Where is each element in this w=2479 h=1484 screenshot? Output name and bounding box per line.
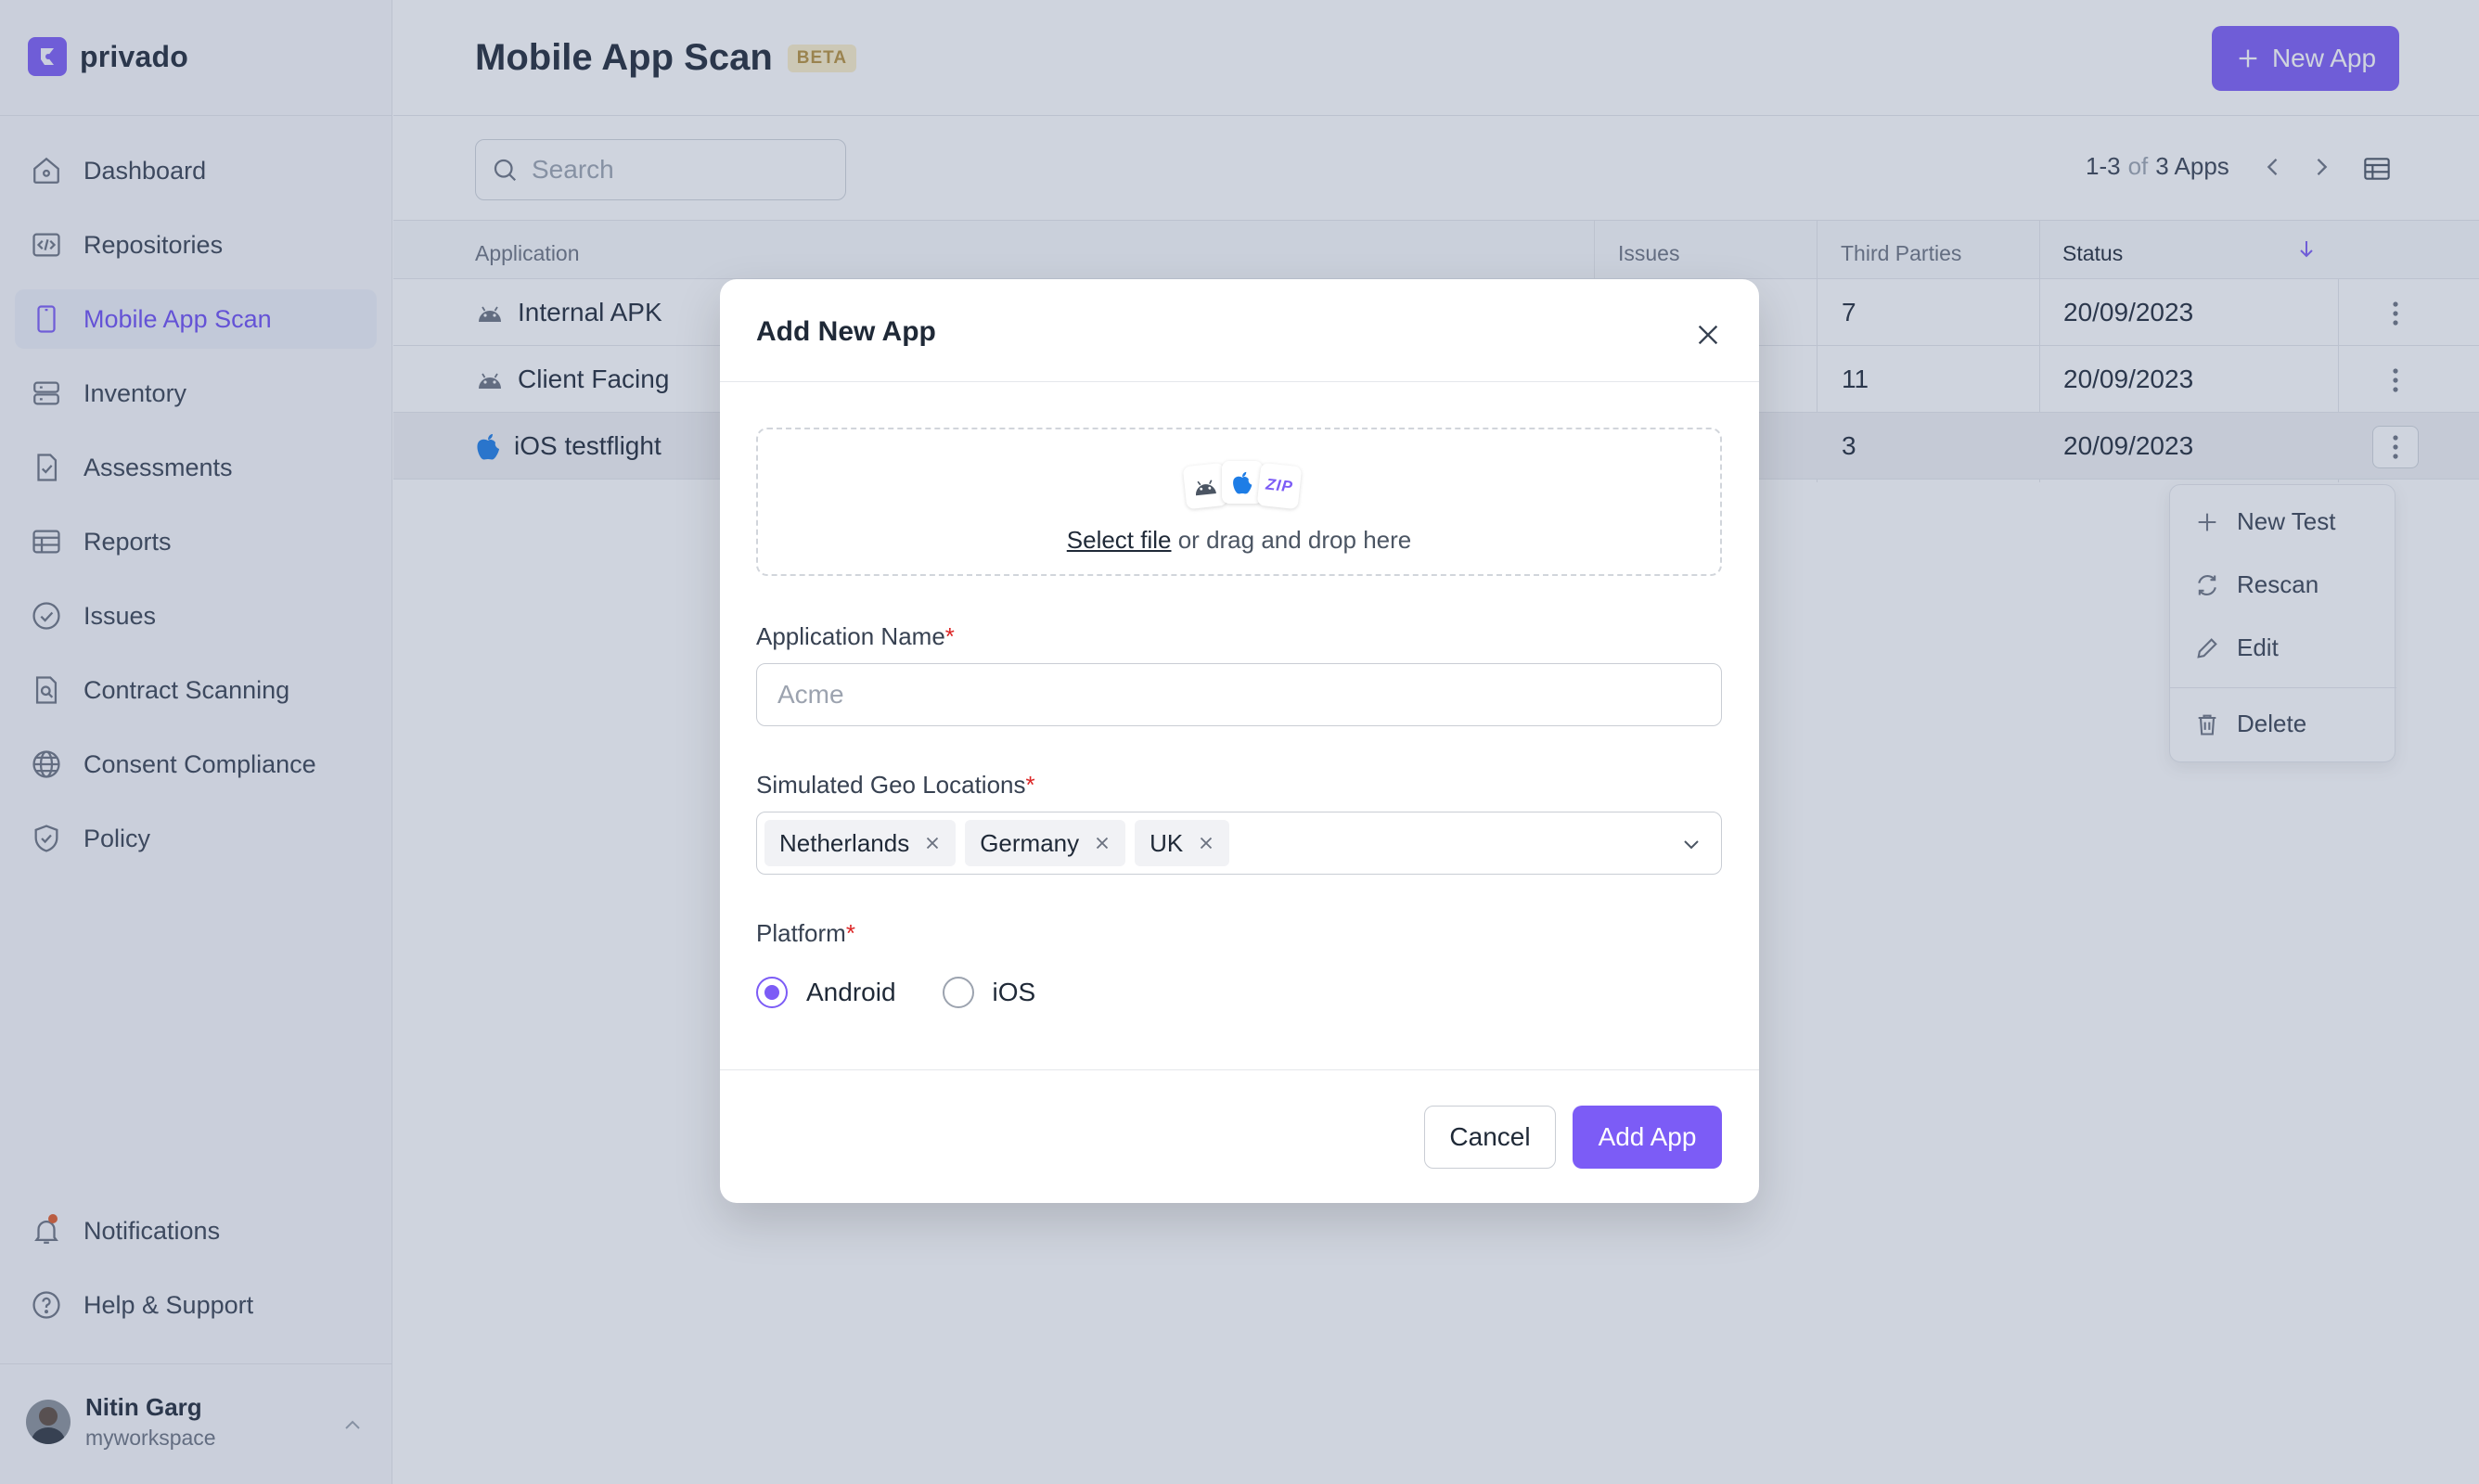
geo-tag-uk: UK — [1135, 820, 1230, 866]
remove-tag-icon[interactable] — [1092, 833, 1112, 853]
platform-radio-android[interactable]: Android — [756, 977, 896, 1008]
tag-label: UK — [1150, 828, 1184, 857]
add-app-button[interactable]: Add App — [1573, 1106, 1722, 1169]
geo-locations-label: Simulated Geo Locations* — [756, 771, 1035, 800]
required-marker: * — [944, 622, 955, 650]
file-dropzone[interactable]: ZIP Select file or drag and drop here — [756, 428, 1722, 576]
platform-label: Platform* — [756, 919, 855, 948]
geo-tag-germany: Germany — [965, 820, 1126, 866]
close-icon[interactable] — [1689, 316, 1727, 353]
modal-footer-divider — [720, 1069, 1759, 1070]
geo-locations-select[interactable]: Netherlands Germany UK — [756, 812, 1722, 875]
zip-label: ZIP — [1265, 475, 1294, 496]
select-file-link[interactable]: Select file — [1067, 526, 1172, 554]
remove-tag-icon[interactable] — [1196, 833, 1216, 853]
apple-icon — [1222, 461, 1263, 504]
platform-label-text: Platform — [756, 919, 846, 947]
dropzone-hint: or drag and drop here — [1171, 526, 1412, 554]
required-marker: * — [1025, 771, 1035, 799]
file-type-icons: ZIP — [1182, 461, 1303, 510]
tag-label: Netherlands — [779, 828, 910, 857]
radio-selected-icon[interactable] — [756, 977, 788, 1008]
application-name-label-text: Application Name — [756, 622, 945, 650]
application-name-label: Application Name* — [756, 622, 955, 651]
add-new-app-modal: Add New App ZIP Select file or drag and … — [720, 279, 1759, 1203]
remove-tag-icon[interactable] — [922, 833, 943, 853]
zip-file-icon: ZIP — [1256, 462, 1303, 510]
platform-radio-group: Android iOS — [756, 977, 1035, 1008]
required-marker: * — [845, 919, 855, 947]
application-name-input[interactable] — [756, 663, 1722, 726]
radio-label: Android — [806, 978, 896, 1006]
radio-label: iOS — [992, 978, 1036, 1006]
geo-tag-netherlands: Netherlands — [764, 820, 957, 866]
radio-unselected-icon[interactable] — [942, 977, 974, 1008]
tag-label: Germany — [980, 828, 1080, 857]
platform-radio-ios[interactable]: iOS — [942, 977, 1036, 1008]
cancel-button[interactable]: Cancel — [1424, 1106, 1556, 1169]
modal-header-divider — [720, 381, 1759, 382]
android-icon — [1182, 462, 1228, 510]
dropzone-text: Select file or drag and drop here — [758, 526, 1720, 555]
geo-locations-label-text: Simulated Geo Locations — [756, 771, 1026, 799]
modal-title: Add New App — [756, 316, 936, 347]
chevron-down-icon[interactable] — [1680, 833, 1702, 855]
